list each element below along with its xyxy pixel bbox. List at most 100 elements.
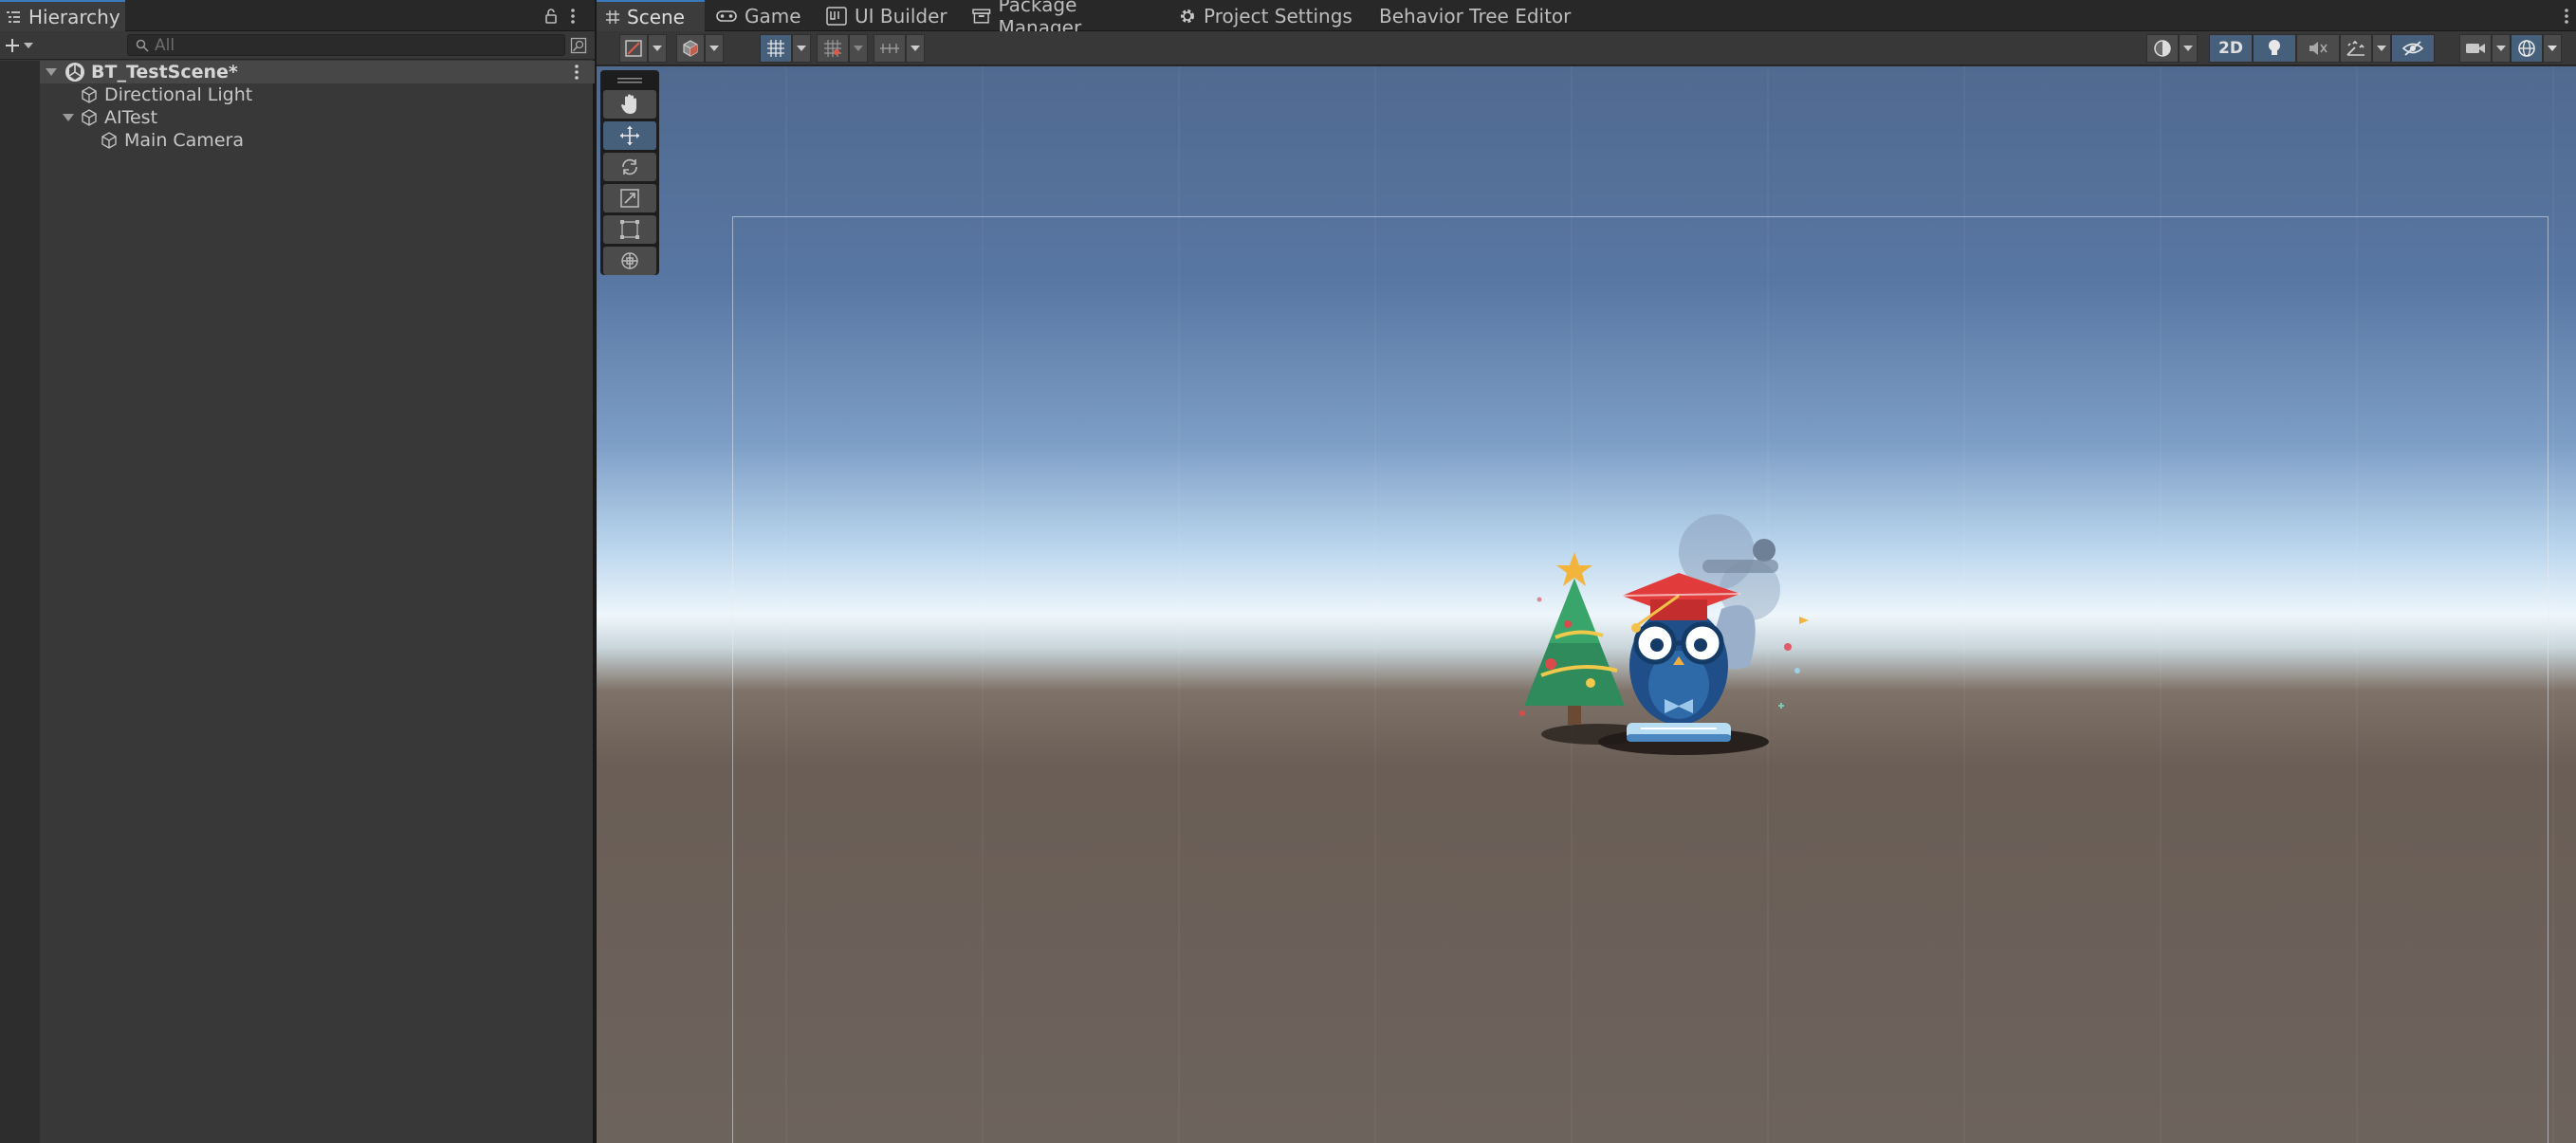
scene-camera-dropdown[interactable] [2492,34,2511,63]
shading-mode-button[interactable] [2146,34,2179,63]
chevron-down-icon [2377,46,2386,51]
rect-tool-button[interactable] [603,215,656,244]
tab-project-settings[interactable]: Project Settings [1169,0,1359,32]
more-options-icon[interactable] [569,8,577,25]
tab-behavior-tree-editor[interactable]: Behavior Tree Editor [1370,0,1588,32]
scale-tool-button[interactable] [603,184,656,212]
pivot-rotation-button[interactable] [676,34,705,63]
gameobject-cube-icon [101,132,117,149]
hierarchy-gutter [0,61,40,1143]
toggle-2d-button[interactable]: 2D [2209,34,2253,63]
draw-mode-dropdown[interactable] [648,34,667,63]
shading-mode-group [2146,34,2198,63]
grid-visibility-button[interactable] [760,34,792,63]
create-button[interactable] [4,33,40,58]
tab-hierarchy[interactable]: Hierarchy [0,0,125,32]
gameobject-cube-icon [82,109,97,126]
drag-handle-icon [617,78,642,83]
scene-options-icon[interactable] [573,64,580,81]
shading-sphere-icon [2154,40,2171,57]
draw-mode-group [619,34,667,63]
hierarchy-panel: Hierarchy All BT_TestScene* Directional … [0,0,595,1143]
rect-transform-icon [620,220,639,239]
cube-icon [683,40,698,57]
rotate-tool-button[interactable] [603,153,656,181]
transform-tool-button[interactable] [603,247,656,275]
eye-hidden-icon [2401,41,2424,56]
search-icon [136,39,149,52]
grid-snap-button[interactable] [817,34,849,63]
search-by-type-button[interactable] [567,34,590,56]
lighting-toggle-button[interactable] [2253,34,2296,63]
hand-tool-button[interactable] [603,90,656,119]
hierarchy-toolbar [0,31,595,60]
scene-panel: Scene Game UI Builder Package Manager Pr… [597,0,2576,1143]
scene-viewport[interactable] [597,66,2576,1143]
tab-label: Game [745,5,801,28]
effects-dropdown[interactable] [2372,34,2391,63]
hand-icon [621,94,636,114]
chevron-down-icon [709,46,719,51]
gameobject-cube-icon [82,86,97,103]
owl-mascot-sprite[interactable] [1513,457,1826,761]
hierarchy-item-label: AITest [104,107,158,128]
rotate-icon [622,158,637,175]
tab-game[interactable]: Game [707,0,811,32]
increment-snap-button[interactable] [874,34,906,63]
toggle-2d-label: 2D [2218,39,2243,58]
hierarchy-tab-bar: Hierarchy [0,0,595,32]
package-icon [972,9,991,24]
unity-scene-icon [65,63,84,82]
fold-arrow-icon[interactable] [61,110,76,125]
effects-toggle-button[interactable] [2340,34,2372,63]
increment-snap-dropdown[interactable] [906,34,925,63]
hierarchy-item-main-camera[interactable]: Main Camera [40,129,595,152]
scene-row[interactable]: BT_TestScene* [40,61,595,83]
hierarchy-search-input[interactable] [155,35,534,55]
grid-snap-icon [824,40,841,57]
tab-label: UI Builder [855,5,948,28]
fold-arrow-icon[interactable] [44,65,59,80]
search-filter-icon [570,37,587,53]
palette-drag-handle[interactable] [603,74,656,87]
scene-camera-button[interactable] [2459,34,2492,63]
grid-group [760,34,811,63]
pivot-rotation-dropdown[interactable] [705,34,724,63]
gizmos-dropdown[interactable] [2543,34,2562,63]
ui-builder-icon [826,7,847,26]
tool-handle-icon [625,40,642,57]
gizmo-orientation-group [676,34,724,63]
grid-snap-dropdown[interactable] [849,34,868,63]
shading-mode-dropdown[interactable] [2179,34,2198,63]
move-tool-button[interactable] [603,121,656,150]
lock-icon[interactable] [543,8,560,25]
camera-icon [2466,44,2485,53]
hierarchy-tab-label: Hierarchy [28,6,120,28]
speaker-mute-icon [2309,42,2328,55]
transform-icon [621,252,638,269]
chevron-down-icon [2548,46,2557,51]
chevron-down-icon [2496,46,2506,51]
tab-scene[interactable]: Scene [597,0,705,32]
tab-label: Behavior Tree Editor [1379,5,1572,28]
increment-snap-icon [880,44,899,53]
tab-label: Project Settings [1204,5,1352,28]
hierarchy-item-label: Directional Light [104,84,253,105]
audio-toggle-button[interactable] [2296,34,2340,63]
grid-dropdown[interactable] [792,34,811,63]
scene-view-toolbar: 2D [597,31,2576,65]
scale-icon [620,189,639,208]
draw-mode-button[interactable] [619,34,648,63]
tab-package-manager[interactable]: Package Manager [963,0,1162,39]
hierarchy-search-field[interactable] [127,34,565,56]
chevron-down-icon [24,43,33,48]
hierarchy-item-directional-light[interactable]: Directional Light [40,83,595,106]
effects-icon [2346,40,2364,56]
more-options-icon[interactable] [2563,8,2570,25]
scene-visibility-button[interactable] [2391,34,2435,63]
hierarchy-item-aitest[interactable]: AITest [40,106,595,129]
gizmos-button[interactable] [2511,34,2543,63]
tab-ui-builder[interactable]: UI Builder [817,0,959,32]
hierarchy-item-label: Main Camera [124,130,244,151]
chevron-down-icon [653,46,662,51]
